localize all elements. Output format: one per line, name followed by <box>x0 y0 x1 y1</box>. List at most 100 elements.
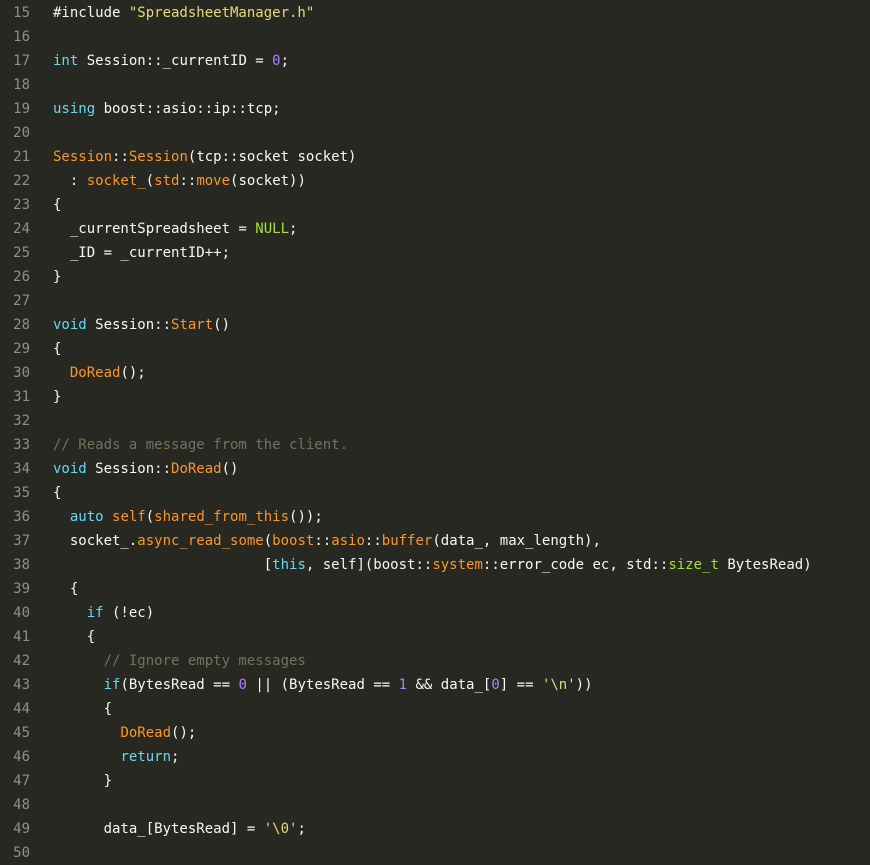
code-token: [ <box>53 557 273 573</box>
code-line[interactable]: 43 if(BytesRead == 0 || (BytesRead == 1 … <box>0 673 870 697</box>
code-token: (data_, max_length), <box>432 533 601 549</box>
code-text: { <box>53 697 112 721</box>
code-text: DoRead(); <box>53 361 146 385</box>
code-token: { <box>53 485 62 501</box>
code-line[interactable]: 23 { <box>0 193 870 217</box>
code-token: self <box>112 509 146 525</box>
code-token: { <box>53 341 62 357</box>
code-line[interactable]: 27 <box>0 289 870 313</box>
code-line[interactable]: 33 // Reads a message from the client. <box>0 433 870 457</box>
code-line[interactable]: 46 return; <box>0 745 870 769</box>
code-token: _ID = _currentID++; <box>53 245 231 261</box>
code-line[interactable]: 38 [this, self](boost::system::error_cod… <box>0 553 870 577</box>
code-token: && data_[ <box>407 677 492 693</box>
code-token: return <box>120 749 172 765</box>
code-token: : <box>53 173 87 189</box>
line-number: 42 <box>13 653 30 669</box>
code-line[interactable]: 19 using boost::asio::ip::tcp; <box>0 97 870 121</box>
code-line[interactable]: 28 void Session::Start() <box>0 313 870 337</box>
code-editor[interactable]: 15 #include "SpreadsheetManager.h" 16 17 int… <box>0 0 870 861</box>
code-token: auto <box>69 509 104 525</box>
code-token: ; <box>297 821 306 837</box>
code-line[interactable]: 30 DoRead(); <box>0 361 870 385</box>
line-number: 20 <box>13 125 30 141</box>
code-token: ( <box>145 173 155 189</box>
code-token: )) <box>575 677 593 693</box>
code-line[interactable]: 35 { <box>0 481 870 505</box>
code-line[interactable]: 45 DoRead(); <box>0 721 870 745</box>
code-token: (socket)) <box>230 173 306 189</box>
code-token: DoRead <box>120 725 172 741</box>
line-number: 29 <box>13 341 30 357</box>
code-line[interactable]: 21 Session::Session(tcp::socket socket) <box>0 145 870 169</box>
code-line[interactable]: 18 <box>0 73 870 97</box>
code-token: std <box>154 173 180 189</box>
code-line[interactable]: 32 <box>0 409 870 433</box>
code-token: ; <box>280 53 290 69</box>
code-token: () <box>221 461 239 477</box>
code-token: 0 <box>272 53 281 69</box>
code-line[interactable]: 36 auto self(shared_from_this()); <box>0 505 870 529</box>
line-number: 16 <box>13 29 30 45</box>
code-text: return; <box>53 745 179 769</box>
line-number: 25 <box>13 245 30 261</box>
line-number: 48 <box>13 797 30 813</box>
code-token: (!ec) <box>103 605 155 621</box>
code-text: if(BytesRead == 0 || (BytesRead == 1 && … <box>53 673 593 697</box>
code-token: if <box>86 605 104 621</box>
line-number: 43 <box>13 677 30 693</box>
code-line[interactable]: 16 <box>0 25 870 49</box>
line-number: 34 <box>13 461 30 477</box>
line-number: 37 <box>13 533 30 549</box>
code-line[interactable]: 47 } <box>0 769 870 793</box>
code-line[interactable]: 49 data_[BytesRead] = '\0'; <box>0 817 870 841</box>
code-text: using boost::asio::ip::tcp; <box>53 97 281 121</box>
code-line[interactable]: 17 int Session::_currentID = 0; <box>0 49 870 73</box>
code-line[interactable]: 41 { <box>0 625 870 649</box>
line-number: 22 <box>13 173 30 189</box>
code-line[interactable]: 37 socket_.async_read_some(boost::asio::… <box>0 529 870 553</box>
code-token: 1 <box>398 677 408 693</box>
code-line[interactable]: 25 _ID = _currentID++; <box>0 241 870 265</box>
code-token: () <box>213 317 231 333</box>
code-line[interactable]: 34 void Session::DoRead() <box>0 457 870 481</box>
code-text: { <box>53 481 61 505</box>
code-line[interactable]: 44 { <box>0 697 870 721</box>
code-token: (); <box>171 725 197 741</box>
code-token: shared_from_this <box>154 509 290 525</box>
code-token: DoRead <box>69 365 121 381</box>
code-token: { <box>53 581 79 597</box>
code-token: ] == <box>499 677 542 693</box>
code-line[interactable]: 24 _currentSpreadsheet = NULL; <box>0 217 870 241</box>
code-line[interactable]: 20 <box>0 121 870 145</box>
code-line[interactable]: 48 <box>0 793 870 817</box>
code-text: void Session::Start() <box>53 313 230 337</box>
code-line[interactable]: 31} <box>0 385 870 409</box>
code-line[interactable]: 26} <box>0 265 870 289</box>
code-line[interactable]: 42 // Ignore empty messages <box>0 649 870 673</box>
code-token: Session <box>53 149 113 165</box>
code-token: 0 <box>238 677 247 693</box>
code-token: { <box>53 197 62 213</box>
code-token: (); <box>120 365 146 381</box>
code-line[interactable]: 40 if (!ec) <box>0 601 870 625</box>
code-text: [this, self](boost::system::error_code e… <box>53 553 812 577</box>
code-text: int Session::_currentID = 0; <box>53 49 289 73</box>
line-number: 23 <box>13 197 30 213</box>
code-line[interactable]: 22 : socket_(std::move(socket)) <box>0 169 870 193</box>
code-line[interactable]: 39 { <box>0 577 870 601</box>
code-line[interactable]: 29 { <box>0 337 870 361</box>
line-number: 15 <box>13 5 30 21</box>
code-token: move <box>196 173 231 189</box>
code-token: (tcp::socket socket) <box>187 149 357 165</box>
code-token: if <box>103 677 121 693</box>
code-token: system <box>432 557 483 573</box>
code-line[interactable]: 15 #include "SpreadsheetManager.h" <box>0 1 870 25</box>
code-token: Session <box>128 149 188 165</box>
code-token: '\n' <box>541 677 576 693</box>
code-token: '\0' <box>263 821 298 837</box>
code-line[interactable]: 50 <box>0 841 870 865</box>
line-number: 31 <box>13 389 30 405</box>
